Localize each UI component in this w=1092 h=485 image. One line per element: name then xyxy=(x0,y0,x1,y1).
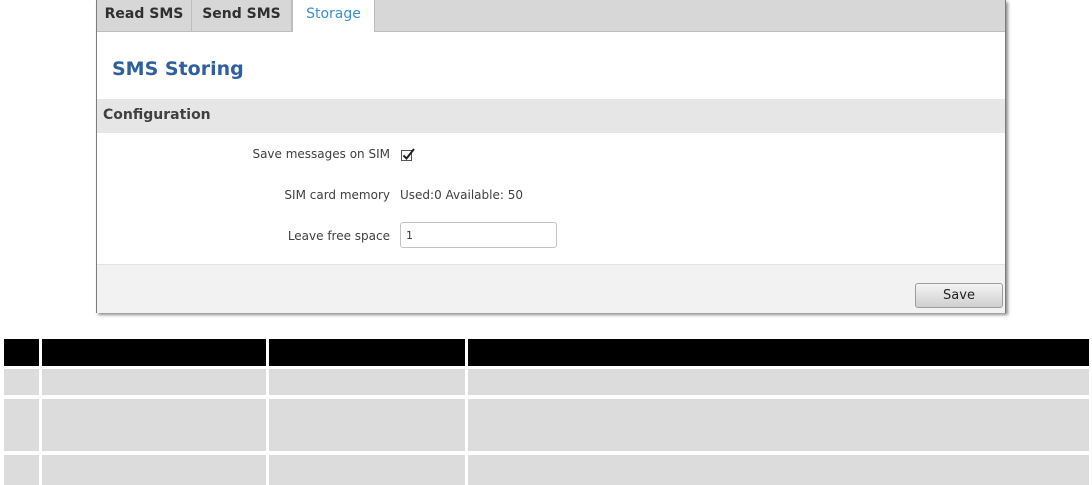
table-row xyxy=(4,455,1089,485)
table-cell xyxy=(468,399,1089,451)
table-row xyxy=(4,369,1089,395)
table-cell xyxy=(468,369,1089,395)
table-cell xyxy=(468,455,1089,485)
table-cell xyxy=(42,399,266,451)
section-title: Configuration xyxy=(103,107,211,123)
table-cell xyxy=(4,369,39,395)
checkmark-icon xyxy=(401,148,415,161)
sim-memory-value: Used:0 Available: 50 xyxy=(400,188,523,202)
tab-storage[interactable]: Storage xyxy=(292,0,375,32)
tab-read-sms[interactable]: Read SMS xyxy=(97,0,192,31)
table-header-row xyxy=(4,339,1089,366)
configuration-section-header: Configuration xyxy=(97,99,1005,133)
page-title: SMS Storing xyxy=(112,58,244,80)
save-on-sim-label: Save messages on SIM xyxy=(252,147,390,161)
sim-memory-label: SIM card memory xyxy=(284,188,390,202)
table-cell xyxy=(4,399,39,451)
table-header-cell xyxy=(42,339,266,366)
save-on-sim-checkbox[interactable] xyxy=(401,147,415,161)
table-header-cell xyxy=(468,339,1089,366)
free-space-label: Leave free space xyxy=(287,229,390,243)
free-space-input[interactable] xyxy=(400,222,557,248)
table-cell xyxy=(269,455,465,485)
table-header-cell xyxy=(4,339,39,366)
table-cell xyxy=(4,455,39,485)
table-header-cell xyxy=(269,339,465,366)
table-cell xyxy=(269,369,465,395)
table-cell xyxy=(42,455,266,485)
table-cell xyxy=(269,399,465,451)
table-cell xyxy=(42,369,266,395)
tab-bar: Read SMS Send SMS Storage xyxy=(97,0,1005,32)
panel-footer: Save xyxy=(97,264,1005,313)
sms-storage-panel: Read SMS Send SMS Storage SMS Storing Co… xyxy=(96,0,1006,313)
save-button[interactable]: Save xyxy=(915,283,1003,308)
tab-send-sms[interactable]: Send SMS xyxy=(192,0,292,31)
table-row xyxy=(4,399,1089,451)
